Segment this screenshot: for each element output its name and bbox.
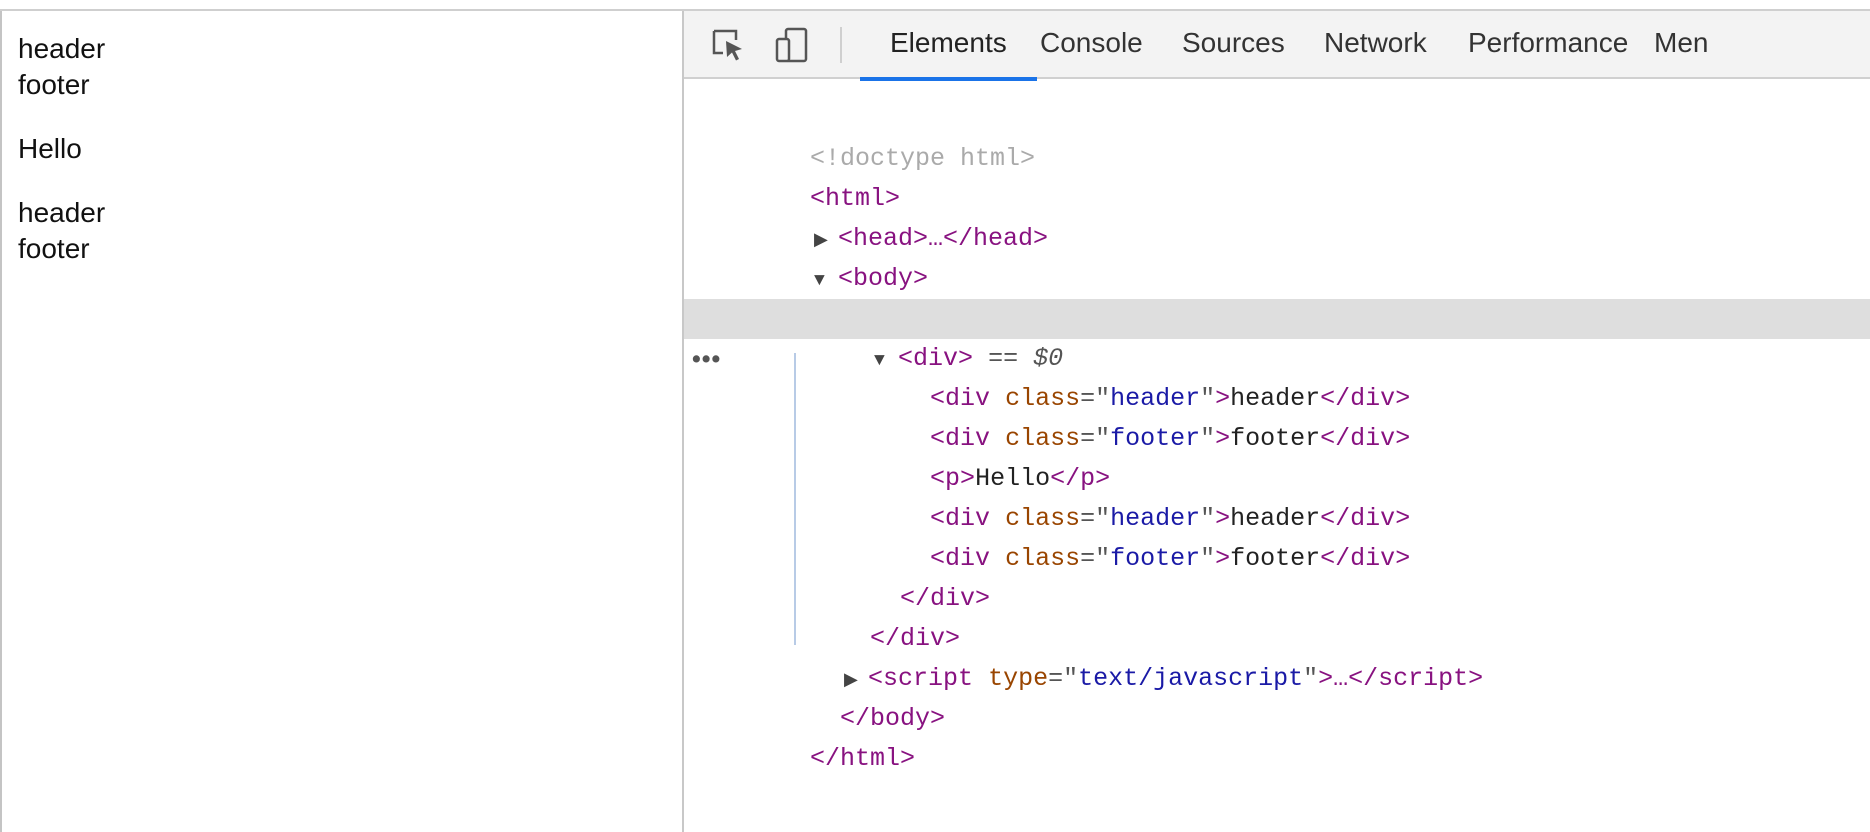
preview-line-footer: footer [18,233,90,264]
preview-paragraph-hello: Hello [18,133,82,164]
tab-sources[interactable]: Sources [1152,11,1315,79]
device-toolbar-icon[interactable] [772,25,812,65]
toolbar-divider [840,27,842,63]
dom-node-doctype[interactable]: <!doctype html> [684,99,1870,173]
dom-node-child-header[interactable]: <div class="header">header</div> [684,339,1870,413]
dom-node-div-close[interactable]: </div> [684,539,1870,613]
dom-node-child-header[interactable]: <div class="header">header</div> [684,459,1870,533]
dom-tree: <!doctype html> <html> ▶ <head>…</head> ▼… [684,79,1870,832]
devtools-panel: Elements Console Sources Network Perform… [682,11,1870,832]
preview-line-footer: footer [18,69,90,100]
devtools-toolbar: Elements Console Sources Network Perform… [684,11,1870,81]
dom-node-div-app-close[interactable]: </div> [684,579,1870,653]
dom-node-script[interactable]: ▶ <script type="text/javascript">…</scrip… [684,619,1870,693]
preview-line-header: header [18,33,106,64]
tab-console[interactable]: Console [1010,11,1173,79]
dom-node-html[interactable]: <html> [684,139,1870,213]
dom-node-div-selected[interactable]: ••• ▼ <div> == $0 [684,299,1870,373]
tab-network[interactable]: Network [1294,11,1457,79]
preview-line-header: header [18,197,106,228]
dom-node-html-close[interactable]: </html> [684,699,1870,773]
page-preview: header footer Hello header footer [2,11,682,832]
dom-node-body-close[interactable]: </body> [684,659,1870,733]
dom-node-head[interactable]: ▶ <head>…</head> [684,179,1870,253]
window-top-border [0,0,1870,11]
dom-node-body[interactable]: ▼ <body> [684,219,1870,293]
inspect-element-icon[interactable] [708,25,748,65]
dom-node-child-footer[interactable]: <div class="footer">footer</div> [684,499,1870,573]
dom-node-child-p[interactable]: <p>Hello</p> [684,419,1870,493]
dom-node-div-app[interactable]: ▼<div id="app"> [684,259,1870,333]
tab-memory[interactable]: Men [1624,11,1738,79]
dom-node-child-footer[interactable]: <div class="footer">footer</div> [684,379,1870,453]
